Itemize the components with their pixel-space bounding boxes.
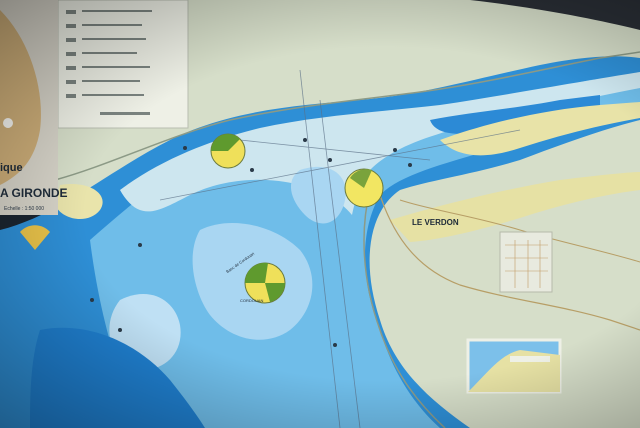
legend-panel [57, 0, 189, 129]
chart-title: A GIRONDE [0, 186, 68, 200]
light-sector-north [210, 133, 246, 169]
chart-subtitle: ique [0, 162, 23, 174]
bank-label-cordouan: CORDOUAN [240, 298, 264, 303]
nautical-chart [0, 0, 640, 428]
scale-label: Echelle : 1:50 000 [4, 206, 45, 212]
title-panel [0, 0, 58, 215]
town-label-le-verdon: LE VERDON [412, 218, 459, 227]
light-sector-cordouan [244, 262, 286, 304]
light-sector-verdon [344, 168, 384, 208]
inset-map [466, 338, 562, 394]
tide-diagram [499, 231, 553, 293]
